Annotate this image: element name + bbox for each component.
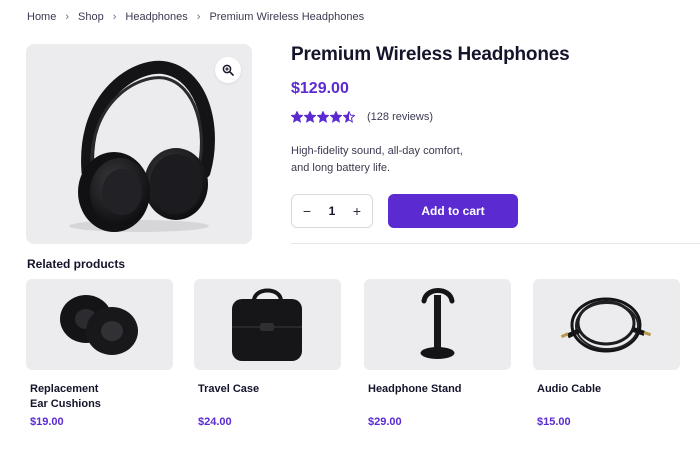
related-products-heading: Related products	[27, 257, 126, 271]
related-product-price: $19.00	[30, 416, 64, 428]
travel-case-image	[232, 288, 302, 361]
related-product-name[interactable]: Travel Case	[194, 382, 341, 397]
product-rating[interactable]: (128 reviews)	[291, 111, 433, 123]
zoom-button[interactable]	[215, 57, 241, 83]
related-product-card[interactable]: Replacement Ear Cushions $19.00	[26, 279, 173, 428]
increment-button[interactable]: +	[350, 203, 364, 219]
decrement-button[interactable]: −	[300, 203, 314, 219]
related-product-card[interactable]: Headphone Stand $29.00	[364, 279, 511, 428]
related-product-name[interactable]: Headphone Stand	[364, 382, 511, 397]
description-line: and long battery life.	[291, 162, 391, 174]
breadcrumb-home[interactable]: Home	[27, 11, 56, 23]
name-line: Audio Cable	[537, 383, 602, 395]
breadcrumb: Home › Shop › Headphones › Premium Wirel…	[27, 11, 364, 23]
related-product-price: $29.00	[368, 416, 402, 428]
breadcrumb-shop[interactable]: Shop	[78, 11, 104, 23]
name-line: Travel Case	[198, 383, 260, 395]
related-product-card[interactable]: Travel Case $24.00	[194, 279, 341, 428]
breadcrumb-separator: ›	[196, 11, 201, 23]
product-thumbnail[interactable]	[364, 279, 511, 370]
star-full-icon	[330, 111, 342, 123]
product-price: $129.00	[291, 80, 349, 97]
star-full-icon	[291, 111, 303, 123]
related-product-name[interactable]: Audio Cable	[533, 382, 680, 397]
star-half-icon	[343, 111, 355, 123]
star-full-icon	[317, 111, 329, 123]
add-to-cart-button[interactable]: Add to cart	[388, 194, 518, 228]
product-thumbnail[interactable]	[533, 279, 680, 370]
description-line: High-fidelity sound, all-day comfort,	[291, 145, 463, 157]
related-product-name[interactable]: Replacement Ear Cushions	[26, 382, 173, 412]
reviews-count[interactable]: (128 reviews)	[367, 111, 433, 123]
quantity-value[interactable]: 1	[329, 204, 336, 218]
related-product-card[interactable]: Audio Cable $15.00	[533, 279, 680, 428]
headphone-stand-image	[420, 288, 455, 359]
product-title: Premium Wireless Headphones	[291, 44, 570, 65]
name-line: Headphone Stand	[368, 383, 462, 395]
rating-stars	[291, 111, 355, 123]
name-line: Ear Cushions	[30, 398, 101, 410]
related-product-price: $15.00	[537, 416, 571, 428]
breadcrumb-separator: ›	[65, 11, 70, 23]
quantity-stepper: − 1 +	[291, 194, 373, 228]
breadcrumb-current: Premium Wireless Headphones	[209, 11, 365, 23]
divider	[291, 243, 700, 244]
ear-cushions-image	[60, 295, 138, 355]
product-thumbnail[interactable]	[194, 279, 341, 370]
breadcrumb-headphones[interactable]: Headphones	[125, 11, 187, 23]
star-full-icon	[304, 111, 316, 123]
name-line: Replacement	[30, 383, 99, 395]
product-description: High-fidelity sound, all-day comfort, an…	[291, 143, 491, 177]
audio-cable-image	[560, 297, 652, 353]
product-thumbnail[interactable]	[26, 279, 173, 370]
breadcrumb-separator: ›	[112, 11, 117, 23]
related-product-price: $24.00	[198, 416, 232, 428]
zoom-in-icon	[222, 64, 234, 76]
